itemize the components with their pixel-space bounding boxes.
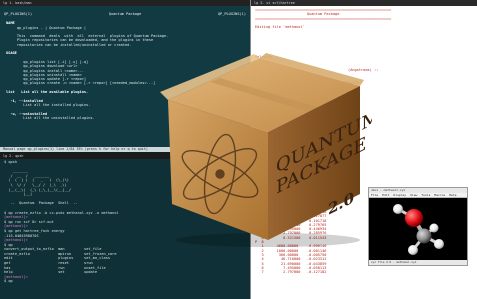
viewer-menu-tools[interactable]: Tools <box>421 193 430 197</box>
carbon-atom <box>416 228 432 244</box>
hydrogen-atom <box>429 223 439 233</box>
viewer-menu-file[interactable]: File <box>371 193 378 197</box>
oxygen-atom <box>405 209 423 227</box>
man-header-center: Quantum Package <box>108 12 142 16</box>
man-page-header: QP_PLUGINS(1) Quantum Package QP_PLUGINS… <box>0 6 250 19</box>
viewer-menu-help[interactable]: Help <box>449 193 456 197</box>
molecule-viewer-window[interactable]: Jmol - methanol.xyz File Edit Display View T… <box>368 187 468 266</box>
quantum-package-box-logo: QUANTUM PACKAGE 2.0 <box>160 53 372 247</box>
viewer-menu-macros[interactable]: Macros <box>434 193 445 197</box>
methanol-molecule-render[interactable] <box>369 198 467 260</box>
hydrogen-atom <box>393 204 403 214</box>
shell-line: $ qp <box>4 279 15 284</box>
man-header-right: QP_PLUGINS(1) <box>217 12 246 16</box>
viewer-menu-display[interactable]: Display <box>393 193 406 197</box>
viewer-menu-view[interactable]: View <box>410 193 417 197</box>
hydrogen-atom <box>434 239 444 249</box>
viewer-menu-edit[interactable]: Edit <box>382 193 389 197</box>
hydrogen-atom <box>408 245 418 255</box>
output-line: 7 2.797000 -0.127182 <box>255 270 327 275</box>
viewer-status-bar: xyz file 2.0 · methanol.xyz <box>369 260 467 265</box>
man-header-left: QP_PLUGINS(1) <box>4 12 33 16</box>
